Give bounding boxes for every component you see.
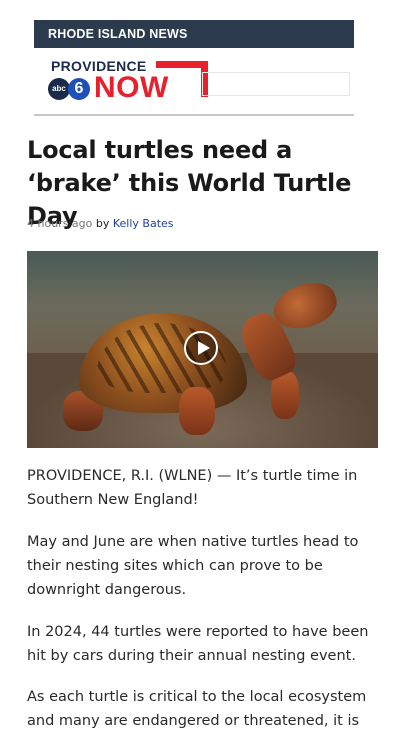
article-paragraph: May and June are when native turtles hea… <box>27 534 359 598</box>
turtle-front-leg <box>179 387 215 435</box>
publish-time: 4 hours ago <box>27 217 93 230</box>
channel-number-badge: 6 <box>68 78 90 100</box>
author-link[interactable]: Kelly Bates <box>113 217 174 230</box>
article-paragraph: PROVIDENCE, R.I. (WLNE) — It’s turtle ti… <box>27 468 358 508</box>
article-paragraph: As each turtle is critical to the local … <box>27 689 367 729</box>
logo-bracket-mark <box>156 61 208 97</box>
abc-network-icon: abc <box>48 78 70 100</box>
play-icon[interactable] <box>184 331 218 365</box>
byline-by: by <box>95 217 110 230</box>
article-paragraph: In 2024, 44 turtles were reported to hav… <box>27 624 369 664</box>
section-label[interactable]: RHODE ISLAND NEWS <box>34 20 354 48</box>
article-video[interactable] <box>27 251 378 448</box>
providence-now-logo[interactable]: PROVIDENCE abc 6 NOW <box>48 58 208 104</box>
site-header: PROVIDENCE abc 6 NOW <box>34 48 354 116</box>
header-ad-slot <box>202 72 350 96</box>
article-byline: 4 hours ago by Kelly Bates <box>27 217 174 230</box>
